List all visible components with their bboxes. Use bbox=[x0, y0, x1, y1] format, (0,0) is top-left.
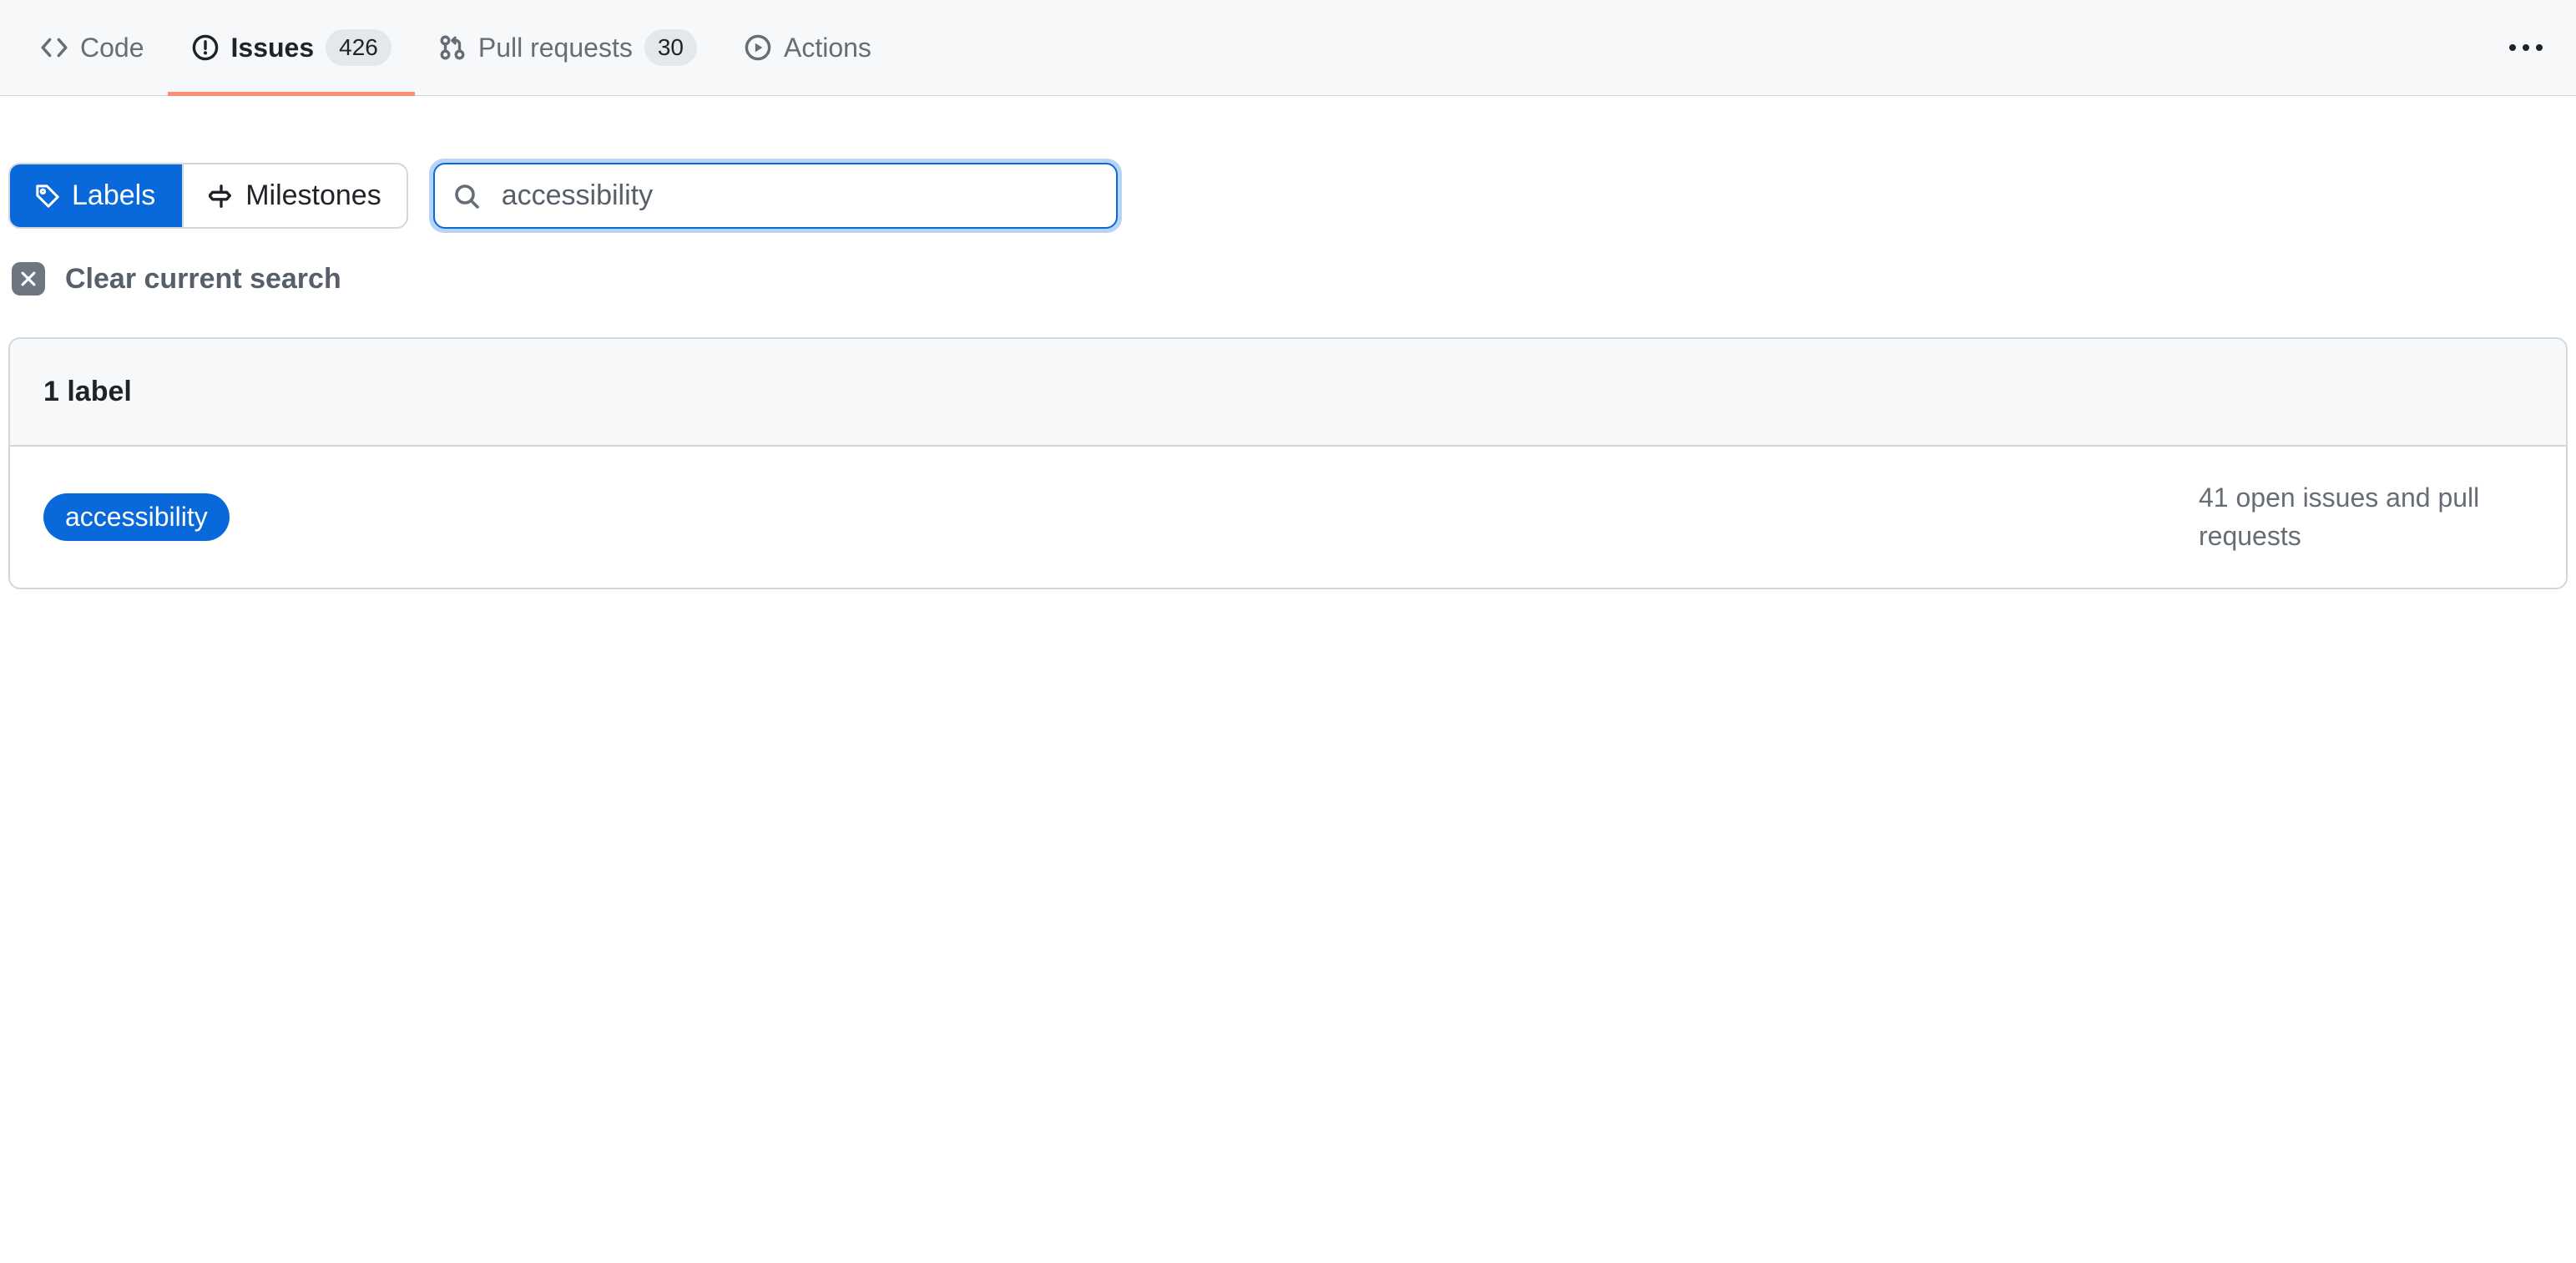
milestones-button-label: Milestones bbox=[245, 179, 381, 212]
label-search bbox=[433, 163, 1118, 229]
tab-pull-requests[interactable]: Pull requests 30 bbox=[415, 0, 720, 95]
issues-counter: 426 bbox=[326, 29, 391, 66]
repo-tabnav: Code Issues 426 Pull requests 30 Actions bbox=[0, 0, 2576, 96]
tab-pulls-label: Pull requests bbox=[478, 33, 633, 63]
labels-list-header: 1 label bbox=[10, 339, 2566, 447]
label-search-input[interactable] bbox=[433, 163, 1118, 229]
labels-list: 1 label accessibility 41 open issues and… bbox=[8, 337, 2568, 589]
close-icon bbox=[12, 262, 45, 296]
labels-button-label: Labels bbox=[72, 179, 155, 212]
milestones-button[interactable]: Milestones bbox=[182, 164, 407, 227]
labels-button[interactable]: Labels bbox=[8, 163, 182, 229]
label-row: accessibility 41 open issues and pull re… bbox=[10, 447, 2566, 588]
tab-issues[interactable]: Issues 426 bbox=[168, 0, 415, 95]
search-icon bbox=[453, 183, 480, 210]
pulls-counter: 30 bbox=[644, 29, 697, 66]
milestone-icon bbox=[209, 184, 234, 209]
code-icon bbox=[40, 33, 68, 62]
git-pull-request-icon bbox=[438, 33, 467, 62]
play-icon bbox=[744, 33, 772, 62]
tag-icon bbox=[35, 184, 60, 209]
labels-toolbar: Labels Milestones bbox=[0, 96, 2576, 229]
label-open-count[interactable]: 41 open issues and pull requests bbox=[2199, 478, 2533, 556]
issue-opened-icon bbox=[191, 33, 220, 62]
tab-actions[interactable]: Actions bbox=[720, 0, 895, 95]
tab-actions-label: Actions bbox=[784, 33, 871, 63]
tab-code[interactable]: Code bbox=[17, 0, 168, 95]
labels-milestones-switch: Labels Milestones bbox=[8, 163, 408, 229]
clear-search-label: Clear current search bbox=[65, 263, 341, 296]
tab-code-label: Code bbox=[80, 33, 144, 63]
tabnav-overflow-menu[interactable] bbox=[2493, 44, 2559, 51]
clear-search[interactable]: Clear current search bbox=[0, 229, 2576, 296]
tab-issues-label: Issues bbox=[231, 33, 315, 63]
label-pill[interactable]: accessibility bbox=[43, 493, 230, 541]
